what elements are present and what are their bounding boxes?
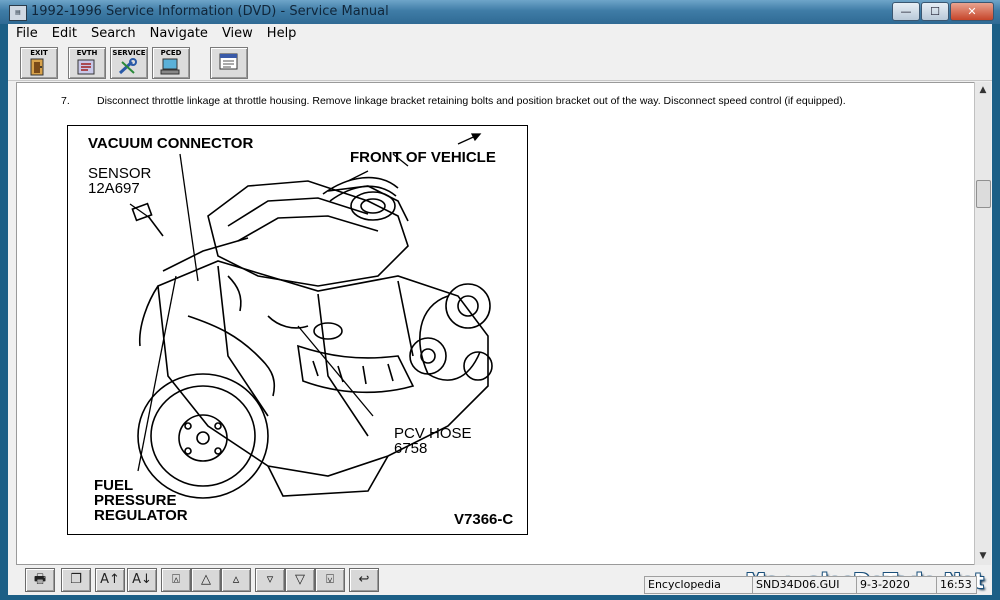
- service-button[interactable]: SERVICE: [110, 47, 148, 79]
- callout-front-of-vehicle: FRONT OF VEHICLE: [350, 149, 496, 166]
- pced-button[interactable]: PCED: [152, 47, 190, 79]
- status-bar: Encyclopedia SND34D06.GUI 9-3-2020 16:53: [8, 576, 992, 594]
- menu-view[interactable]: View: [214, 24, 259, 41]
- exit-door-icon: [30, 58, 44, 76]
- wrench-icon: [118, 58, 137, 75]
- callout-regulator: REGULATOR: [94, 507, 188, 524]
- table-of-contents-icon: [219, 53, 238, 70]
- close-button[interactable]: ✕: [950, 2, 994, 21]
- figure-id: V7366-C: [454, 511, 514, 528]
- scroll-up-arrow-icon[interactable]: ▲: [975, 82, 991, 98]
- status-time: 16:53: [936, 576, 977, 594]
- window-frame: File Edit Search Navigate View Help EXIT EVTH: [8, 24, 992, 595]
- evth-book-icon: [77, 59, 95, 75]
- menu-navigate[interactable]: Navigate: [142, 24, 214, 41]
- status-date: 9-3-2020: [856, 576, 937, 594]
- exit-button-label: EXIT: [30, 49, 48, 57]
- menu-edit[interactable]: Edit: [44, 24, 83, 41]
- service-button-label: SERVICE: [112, 49, 146, 57]
- step-text: Disconnect throttle linkage at throttle …: [97, 95, 846, 107]
- exit-button[interactable]: EXIT: [20, 47, 58, 79]
- callout-pcv-hose-number: 6758: [394, 440, 428, 457]
- window-controls: — ☐ ✕: [891, 2, 994, 21]
- window-title: 1992-1996 Service Information (DVD) - Se…: [31, 4, 389, 19]
- application-window: ▤ 1992-1996 Service Information (DVD) - …: [0, 0, 1000, 600]
- app-icon[interactable]: ▤: [9, 5, 27, 21]
- status-file: SND34D06.GUI: [752, 576, 857, 594]
- menu-file[interactable]: File: [8, 24, 44, 41]
- computer-icon: [160, 58, 180, 75]
- minimize-button[interactable]: —: [892, 2, 920, 21]
- callout-fuel: FUEL: [94, 477, 134, 494]
- callout-pressure: PRESSURE: [94, 492, 177, 509]
- maximize-button[interactable]: ☐: [921, 2, 949, 21]
- menu-bar: File Edit Search Navigate View Help: [8, 24, 992, 44]
- menu-help[interactable]: Help: [259, 24, 303, 41]
- step-number: 7.: [61, 95, 70, 107]
- callout-sensor-name: SENSOR: [88, 165, 152, 182]
- document-view[interactable]: 7. Disconnect throttle linkage at throttl…: [16, 82, 976, 565]
- toc-button[interactable]: [210, 47, 248, 79]
- callout-pcv-hose-name: PCV HOSE: [394, 425, 472, 442]
- title-bar[interactable]: ▤ 1992-1996 Service Information (DVD) - …: [0, 0, 1000, 24]
- evth-button[interactable]: EVTH: [68, 47, 106, 79]
- callout-sensor-number: 12A697: [88, 180, 140, 197]
- evth-button-label: EVTH: [76, 49, 98, 57]
- callout-vacuum-connector: VACUUM CONNECTOR: [88, 135, 254, 152]
- scroll-thumb[interactable]: [976, 180, 991, 208]
- engine-illustration: VACUUM CONNECTOR FRONT OF VEHICLE SENSOR…: [67, 125, 528, 535]
- vertical-scrollbar[interactable]: ▲ ▼: [974, 82, 991, 565]
- toolbar: EXIT EVTH SERVICE PCED: [8, 44, 992, 81]
- procedure-step: 7. Disconnect throttle linkage at throttl…: [61, 95, 846, 107]
- pced-button-label: PCED: [160, 49, 182, 57]
- menu-search[interactable]: Search: [83, 24, 142, 41]
- status-section: Encyclopedia: [644, 576, 753, 594]
- scroll-down-arrow-icon[interactable]: ▼: [975, 548, 991, 564]
